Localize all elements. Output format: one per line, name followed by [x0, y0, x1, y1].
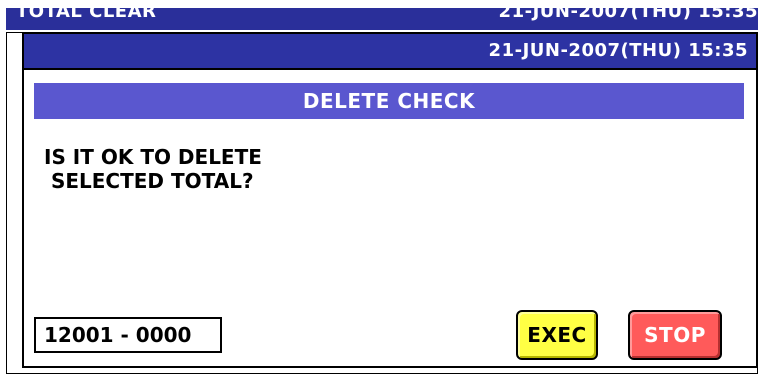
background-title: TOTAL CLEAR — [16, 8, 157, 22]
dialog-titlebar: 21-JUN-2007(THU) 15:35 — [24, 34, 756, 70]
stop-button[interactable]: STOP — [628, 310, 722, 360]
confirmation-message: IS IT OK TO DELETE SELECTED TOTAL? — [44, 145, 262, 193]
dialog-datetime: 21-JUN-2007(THU) 15:35 — [488, 40, 748, 61]
total-range-field[interactable]: 12001 - 0000 — [34, 317, 222, 353]
background-titlebar: TOTAL CLEAR 21-JUN-2007(THU) 15:35 — [6, 8, 758, 30]
dialog-header: DELETE CHECK — [34, 83, 744, 119]
exec-button[interactable]: EXEC — [516, 310, 598, 360]
delete-check-dialog: 21-JUN-2007(THU) 15:35 DELETE CHECK IS I… — [22, 32, 758, 368]
background-datetime: 21-JUN-2007(THU) 15:35 — [498, 8, 758, 22]
